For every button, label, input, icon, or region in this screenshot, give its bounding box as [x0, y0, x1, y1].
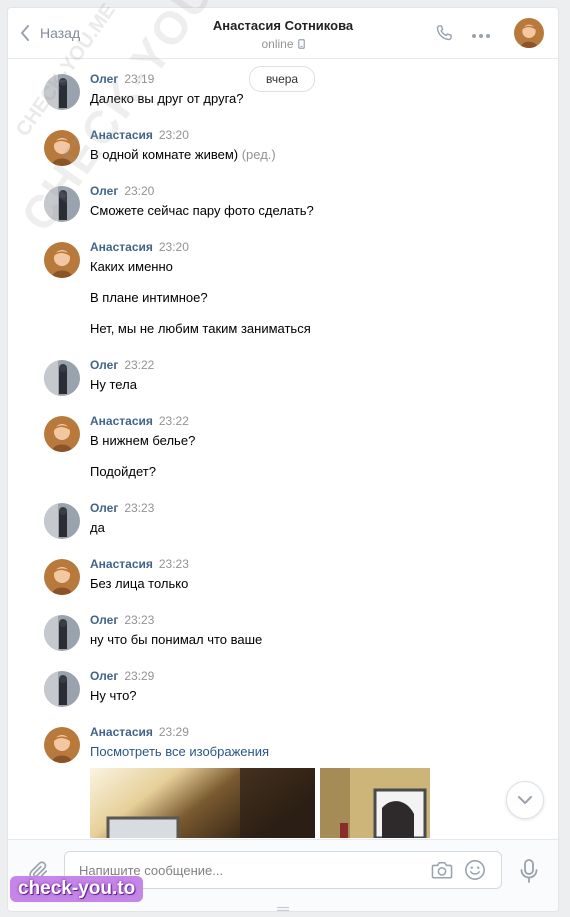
avatar-photo [44, 186, 80, 222]
avatar-anastasia[interactable] [44, 416, 80, 452]
avatar-photo [514, 18, 544, 48]
message-time[interactable]: 23:23 [124, 501, 154, 515]
avatar-oleg[interactable] [44, 186, 80, 222]
grip-icon [277, 906, 289, 911]
chat-title-block[interactable]: Анастасия Сотникова online [158, 18, 408, 51]
message-text: Сможете сейчас пару фото сделать? [90, 203, 314, 218]
message-author[interactable]: Анастасия [90, 414, 153, 428]
edited-mark: (ред.) [241, 147, 276, 162]
photo-attachment[interactable] [320, 768, 430, 838]
message-author[interactable]: Анастасия [90, 725, 153, 739]
avatar-oleg[interactable] [44, 360, 80, 396]
message-time[interactable]: 23:19 [124, 72, 154, 86]
chat-window: Назад Анастасия Сотникова online вчера О… [7, 7, 559, 912]
more-dots-icon [472, 34, 490, 38]
avatar-photo [44, 74, 80, 110]
avatar-photo [44, 559, 80, 595]
camera-button[interactable] [431, 860, 453, 885]
message-author[interactable]: Олег [90, 72, 118, 86]
smile-icon [465, 860, 485, 880]
scroll-to-bottom-button[interactable] [506, 781, 544, 819]
avatar-photo [44, 130, 80, 166]
message-text: да [90, 520, 105, 535]
watermark-badge: check-you.to [10, 876, 144, 902]
message-time[interactable]: 23:23 [124, 613, 154, 627]
message-text: Подойдет? [90, 464, 156, 479]
status-text: online [261, 37, 294, 51]
chat-avatar[interactable] [514, 18, 544, 48]
avatar-photo [44, 360, 80, 396]
message-text: Нет, мы не любим таким заниматься [90, 321, 311, 336]
message-text: Без лица только [90, 576, 189, 591]
avatar-oleg[interactable] [44, 74, 80, 110]
message-text: Далеко вы друг от друга? [90, 91, 244, 106]
avatar-photo [44, 242, 80, 278]
view-all-images-link[interactable]: Посмотреть все изображения [90, 744, 269, 760]
avatar-anastasia[interactable] [44, 727, 80, 763]
avatar-photo [44, 503, 80, 539]
attachment-image [320, 768, 430, 838]
voice-message-button[interactable] [520, 859, 538, 888]
message-text: В плане интимное? [90, 290, 208, 305]
chevron-left-icon [21, 25, 29, 41]
chat-header: Назад Анастасия Сотникова online [8, 8, 558, 59]
resize-grip[interactable] [274, 899, 292, 911]
camera-icon [431, 861, 453, 879]
avatar-photo [44, 615, 80, 651]
message-author[interactable]: Олег [90, 669, 118, 683]
avatar-photo [44, 671, 80, 707]
message-text: Каких именно [90, 259, 173, 274]
message-time[interactable]: 23:20 [159, 128, 189, 142]
avatar-photo [44, 416, 80, 452]
message-author[interactable]: Олег [90, 501, 118, 515]
avatar-oleg[interactable] [44, 671, 80, 707]
attachment-image [90, 768, 315, 838]
message-author[interactable]: Олег [90, 613, 118, 627]
microphone-icon [520, 859, 538, 883]
message-time[interactable]: 23:20 [159, 240, 189, 254]
emoji-button[interactable] [464, 859, 486, 886]
message-time[interactable]: 23:22 [159, 414, 189, 428]
message-text: Ну тела [90, 377, 137, 392]
more-button[interactable] [471, 28, 491, 46]
back-label: Назад [40, 25, 81, 41]
message-text: ну что бы понимал что ваше [90, 632, 263, 647]
message-author[interactable]: Анастасия [90, 128, 153, 142]
avatar-anastasia[interactable] [44, 242, 80, 278]
message-author[interactable]: Олег [90, 184, 118, 198]
presence-status: online [158, 37, 408, 51]
avatar-anastasia[interactable] [44, 130, 80, 166]
date-separator: вчера [249, 66, 316, 92]
message-text: Ну что? [90, 688, 137, 703]
page-title: Анастасия Сотникова [212, 18, 354, 33]
back-button[interactable]: Назад [20, 23, 80, 43]
message-time[interactable]: 23:20 [124, 184, 154, 198]
avatar-photo [44, 727, 80, 763]
message-author[interactable]: Олег [90, 358, 118, 372]
message-text: В нижнем белье? [90, 433, 196, 448]
message-time[interactable]: 23:29 [159, 725, 189, 739]
message-author[interactable]: Анастасия [90, 240, 153, 254]
message-time[interactable]: 23:29 [124, 669, 154, 683]
call-button[interactable] [434, 23, 454, 48]
phone-icon [436, 25, 452, 41]
message-text-content: В одной комнате живем) [90, 147, 239, 162]
avatar-anastasia[interactable] [44, 559, 80, 595]
message-history[interactable]: вчера Олег 23:19 Далеко вы друг от друга? [8, 59, 558, 839]
message-author[interactable]: Анастасия [90, 557, 153, 571]
message-text: В одной комнате живем) (ред.) [90, 147, 276, 163]
message-time[interactable]: 23:22 [124, 358, 154, 372]
message-time[interactable]: 23:23 [159, 557, 189, 571]
mobile-device-icon [297, 39, 305, 49]
avatar-oleg[interactable] [44, 615, 80, 651]
photo-attachment[interactable] [90, 768, 315, 838]
chevron-down-icon [518, 795, 532, 804]
avatar-oleg[interactable] [44, 503, 80, 539]
